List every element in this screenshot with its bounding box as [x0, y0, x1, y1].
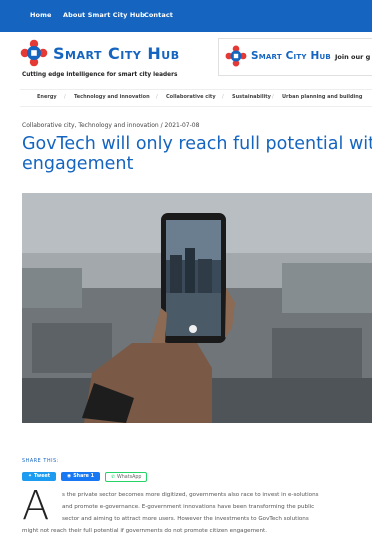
- category-link-energy[interactable]: Energy: [37, 94, 57, 100]
- article-hero-image: [22, 193, 372, 423]
- top-navigation: Home About Smart City Hub Contact: [0, 0, 372, 32]
- twitter-icon: ✦: [28, 474, 33, 479]
- nav-about-link[interactable]: About Smart City Hub: [63, 11, 145, 19]
- article-body-line-1: s the private sector becomes more digiti…: [62, 492, 319, 498]
- site-logo[interactable]: Smart City Hub: [20, 38, 180, 68]
- tweet-button-label: Tweet: [34, 474, 51, 479]
- site-logo-text: Smart City Hub: [53, 43, 180, 63]
- category-separator: /: [64, 94, 66, 100]
- share-this-label: SHARE THIS:: [22, 459, 60, 464]
- category-link-sustainability[interactable]: Sustainability: [232, 94, 271, 100]
- article-title-line-2: engagement: [22, 154, 134, 174]
- article-body-line-2: and promote e-governance. E-government i…: [62, 504, 315, 510]
- header-banner-ad[interactable]: Smart City Hub Join our g: [218, 38, 372, 76]
- article-title: GovTech will only reach full potential w…: [22, 134, 372, 174]
- banner-join-text: Join our g: [335, 53, 371, 61]
- banner-logo-icon: [225, 45, 247, 67]
- whatsapp-share-button[interactable]: ✆ WhatsApp: [104, 472, 148, 482]
- article-body-line-4: might not reach their full potential if …: [22, 528, 267, 534]
- article-dropcap: A: [22, 483, 50, 529]
- category-separator: /: [272, 94, 274, 100]
- nav-home-link[interactable]: Home: [30, 11, 52, 19]
- category-separator: /: [156, 94, 158, 100]
- article-body-line-3: sector and aiming to attract more users.…: [62, 516, 309, 522]
- facebook-share-label: Share 1: [73, 474, 94, 479]
- smart-city-hub-logo-icon: [20, 39, 48, 67]
- category-separator: /: [222, 94, 224, 100]
- nav-contact-link[interactable]: Contact: [144, 11, 173, 19]
- article-breadcrumb: Collaborative city, Technology and innov…: [22, 122, 200, 129]
- site-header: Smart City Hub Cutting edge intelligence…: [0, 32, 372, 82]
- facebook-icon: ◉: [67, 474, 72, 479]
- whatsapp-icon: ✆: [110, 474, 115, 480]
- category-link-urban-planning[interactable]: Urban planning and building: [282, 94, 362, 100]
- category-link-collaborative-city[interactable]: Collaborative city: [166, 94, 216, 100]
- tweet-button[interactable]: ✦ Tweet: [22, 472, 57, 481]
- share-buttons: ✦ Tweet ◉ Share 1 ✆ WhatsApp: [22, 472, 148, 482]
- site-tagline: Cutting edge intelligence for smart city…: [22, 72, 178, 78]
- category-bar: Energy / Technology and innovation / Col…: [20, 89, 372, 107]
- whatsapp-share-label: WhatsApp: [116, 474, 142, 480]
- banner-logo-text: Smart City Hub: [251, 50, 331, 62]
- banner-logo: Smart City Hub: [225, 45, 331, 67]
- facebook-share-button[interactable]: ◉ Share 1: [61, 472, 100, 481]
- article-title-line-1: GovTech will only reach full potential w…: [22, 134, 372, 154]
- category-link-technology[interactable]: Technology and innovation: [74, 94, 150, 100]
- hero-photo-hand-holding-phone: [22, 193, 372, 423]
